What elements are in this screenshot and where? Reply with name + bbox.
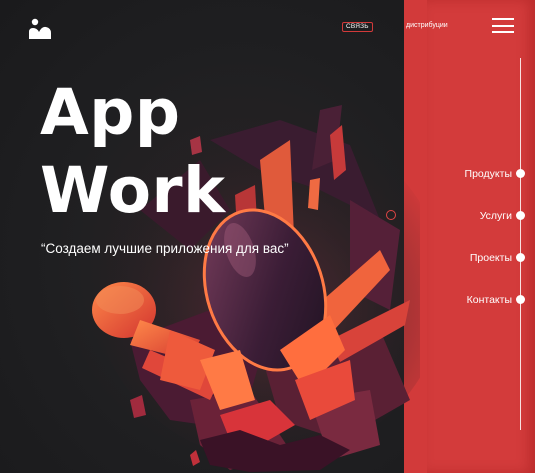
hero-title-line-1: App (40, 76, 181, 149)
contact-link[interactable]: СВЯЗЬ (342, 22, 373, 32)
nav-item-contacts[interactable]: Контакты (467, 293, 512, 307)
hero-subtitle: “Создаем лучшие приложения для вас” (41, 241, 289, 256)
nav-dot-projects[interactable] (516, 253, 525, 262)
nav-dot-products[interactable] (516, 169, 525, 178)
nav-item-services[interactable]: Услуги (480, 209, 512, 223)
hero-title: App Work (40, 74, 300, 230)
page: СВЯЗЬ дистрибуции App Work “Создаем лучш… (0, 0, 535, 473)
red-side-panel-inner (427, 0, 535, 473)
nav-dot-services[interactable] (516, 211, 525, 220)
nav-dot-contacts[interactable] (516, 295, 525, 304)
hero-title-line-2: Work (40, 154, 226, 227)
ring-decoration (386, 210, 396, 220)
nav-line (520, 58, 521, 430)
distribution-link[interactable]: дистрибуции (406, 21, 448, 31)
nav-item-products[interactable]: Продукты (465, 167, 512, 181)
image-icon[interactable] (28, 18, 52, 40)
hamburger-menu-icon[interactable] (492, 17, 514, 34)
nav-item-projects[interactable]: Проекты (470, 251, 512, 265)
